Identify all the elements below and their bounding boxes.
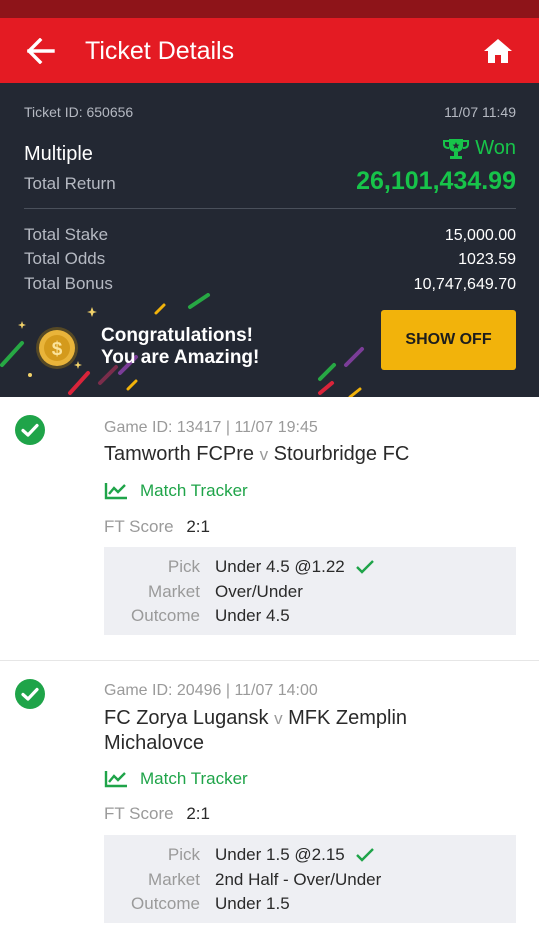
ft-score-value: 2:1 [186, 517, 210, 536]
game-meta: Game ID: 13417 | 11/07 19:45 [104, 419, 318, 436]
home-button[interactable] [480, 33, 516, 69]
match-tracker-link[interactable]: Match Tracker [104, 481, 248, 501]
coin-icon: $ [36, 327, 78, 369]
away-team: Stourbridge FC [273, 443, 410, 465]
outcome-value: Under 1.5 [215, 894, 290, 913]
outcome-row: Outcome Under 1.5 [104, 894, 516, 914]
pick-row: Pick Under 1.5 @2.15 [104, 845, 516, 865]
back-arrow-icon [27, 38, 55, 64]
pick-label: Pick [167, 845, 200, 864]
versus-label: v [274, 709, 283, 728]
home-team: FC Zorya Lugansk [104, 707, 269, 729]
outcome-value: Under 4.5 [215, 606, 290, 625]
pick-details: Pick Under 1.5 @2.15 Market 2nd Half - O… [104, 835, 516, 923]
pick-row: Pick Under 4.5 @1.22 [104, 557, 516, 577]
outcome-row: Outcome Under 4.5 [104, 606, 516, 626]
game-meta: Game ID: 20496 | 11/07 14:00 [104, 682, 318, 699]
show-off-button[interactable]: SHOW OFF [381, 310, 516, 370]
check-circle-icon [15, 415, 45, 445]
ft-score-label: FT Score [104, 517, 174, 536]
ticket-id-row: Ticket ID: 650656 11/07 11:49 [24, 104, 516, 120]
congrats-message: Congratulations! You are Amazing! [101, 325, 259, 369]
status-bar [0, 0, 539, 18]
total-bonus-value: 10,747,649.70 [413, 276, 516, 293]
game-item: Game ID: 13417 | 11/07 19:45 Tamworth FC… [0, 397, 539, 659]
status-label: Won [475, 137, 516, 159]
market-row: Market Over/Under [104, 582, 516, 602]
pick-value: Under 4.5 @1.22 [215, 557, 345, 576]
market-label: Market [148, 582, 200, 601]
game-item: Game ID: 20496 | 11/07 14:00 FC Zorya Lu… [0, 660, 539, 928]
ticket-datetime: 11/07 11:49 [444, 104, 516, 120]
ticket-summary: Ticket ID: 650656 11/07 11:49 Multiple W… [0, 83, 539, 397]
bet-type: Multiple [24, 142, 93, 165]
total-return-value: 26,101,434.99 [356, 167, 516, 195]
checkmark-icon [355, 847, 375, 863]
total-return-row: Total Return 26,101,434.99 [24, 167, 516, 196]
total-stake-value: 15,000.00 [444, 227, 516, 244]
chart-icon [104, 483, 127, 500]
ft-score: FT Score 2:1 [104, 517, 210, 537]
market-label: Market [148, 870, 200, 889]
match-tracker-label: Match Tracker [140, 769, 248, 788]
pick-value: Under 1.5 @2.15 [215, 845, 345, 864]
total-odds-row: Total Odds 1023.59 [24, 249, 516, 269]
total-return-label: Total Return [24, 174, 116, 193]
match-tracker-link[interactable]: Match Tracker [104, 769, 248, 789]
teams: FC Zorya Lugansk v MFK Zemplin Michalovc… [104, 706, 504, 756]
total-stake-label: Total Stake [24, 225, 109, 244]
home-team: Tamworth FCPre [104, 443, 255, 465]
match-tracker-label: Match Tracker [140, 481, 248, 500]
congrats-banner: $ Congratulations! You are Amazing! SHOW… [0, 293, 539, 397]
home-icon [484, 39, 512, 63]
congrats-line-2: You are Amazing! [101, 347, 260, 368]
ft-score-value: 2:1 [186, 804, 210, 823]
total-stake-row: Total Stake 15,000.00 [24, 225, 516, 245]
page-title: Ticket Details [85, 37, 235, 65]
congrats-line-1: Congratulations! [101, 325, 253, 346]
pick-details: Pick Under 4.5 @1.22 Market Over/Under O… [104, 547, 516, 635]
ticket-id: Ticket ID: 650656 [24, 104, 134, 120]
chart-icon [104, 771, 127, 788]
trophy-icon [443, 138, 470, 159]
pick-label: Pick [167, 557, 200, 576]
svg-text:$: $ [52, 339, 63, 360]
app-bar: Ticket Details [0, 18, 539, 83]
ft-score-label: FT Score [104, 804, 174, 823]
checkmark-icon [355, 559, 375, 575]
total-bonus-row: Total Bonus 10,747,649.70 [24, 274, 516, 294]
market-row: Market 2nd Half - Over/Under [104, 870, 516, 890]
status-badge: Won [443, 137, 516, 160]
outcome-label: Outcome [131, 894, 200, 913]
bet-type-row: Multiple Won [24, 137, 516, 166]
back-button[interactable] [24, 34, 58, 68]
total-bonus-label: Total Bonus [24, 274, 113, 293]
check-circle-icon [15, 679, 45, 709]
ft-score: FT Score 2:1 [104, 804, 210, 824]
total-odds-label: Total Odds [24, 249, 106, 268]
divider [24, 208, 516, 209]
market-value: Over/Under [215, 582, 303, 601]
versus-label: v [259, 445, 269, 464]
total-odds-value: 1023.59 [458, 251, 516, 268]
outcome-label: Outcome [131, 606, 200, 625]
market-value: 2nd Half - Over/Under [215, 870, 382, 889]
teams: Tamworth FCPre v Stourbridge FC [104, 442, 504, 467]
